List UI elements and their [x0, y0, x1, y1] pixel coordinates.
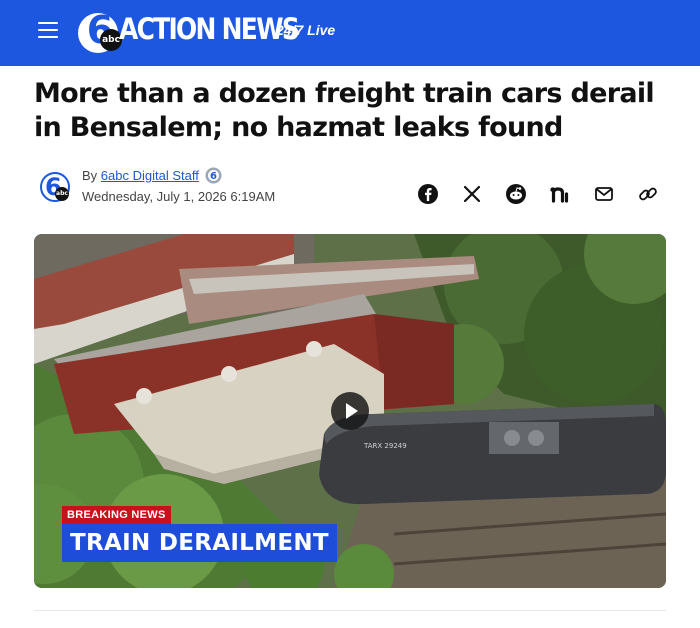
publish-date: Wednesday, July 1, 2026 6:19AM	[82, 189, 276, 204]
live-link[interactable]: 24/7 Live	[276, 22, 335, 38]
divider	[34, 610, 666, 611]
nextdoor-icon[interactable]	[549, 183, 571, 205]
video-lower-third: TRAIN DERAILMENT	[62, 524, 337, 562]
verified-author-icon: 6	[205, 167, 222, 184]
video-player[interactable]: TARX 29249 BREAKING NEWS TRAIN DERAILMEN…	[34, 234, 666, 588]
x-icon[interactable]	[461, 183, 483, 205]
facebook-icon[interactable]	[417, 183, 439, 205]
article-headline: More than a dozen freight train cars der…	[34, 78, 655, 143]
byline: By 6abc Digital Staff 6	[82, 167, 222, 185]
brand-name[interactable]: ACTION NEWS	[119, 12, 300, 46]
tank-car-marking: TARX 29249	[363, 442, 407, 450]
svg-text:6: 6	[210, 171, 217, 182]
reddit-icon[interactable]	[505, 183, 527, 205]
breaking-news-tag: BREAKING NEWS	[62, 506, 171, 524]
author-link[interactable]: 6abc Digital Staff	[101, 168, 199, 183]
link-icon[interactable]	[637, 183, 659, 205]
site-header: 6 abc ACTION NEWS 24/7 Live	[0, 0, 700, 66]
play-button[interactable]	[331, 392, 369, 430]
email-icon[interactable]	[593, 183, 615, 205]
author-avatar: 6 abc	[40, 172, 70, 202]
byline-prefix: By	[82, 168, 98, 183]
menu-icon[interactable]	[38, 22, 58, 40]
